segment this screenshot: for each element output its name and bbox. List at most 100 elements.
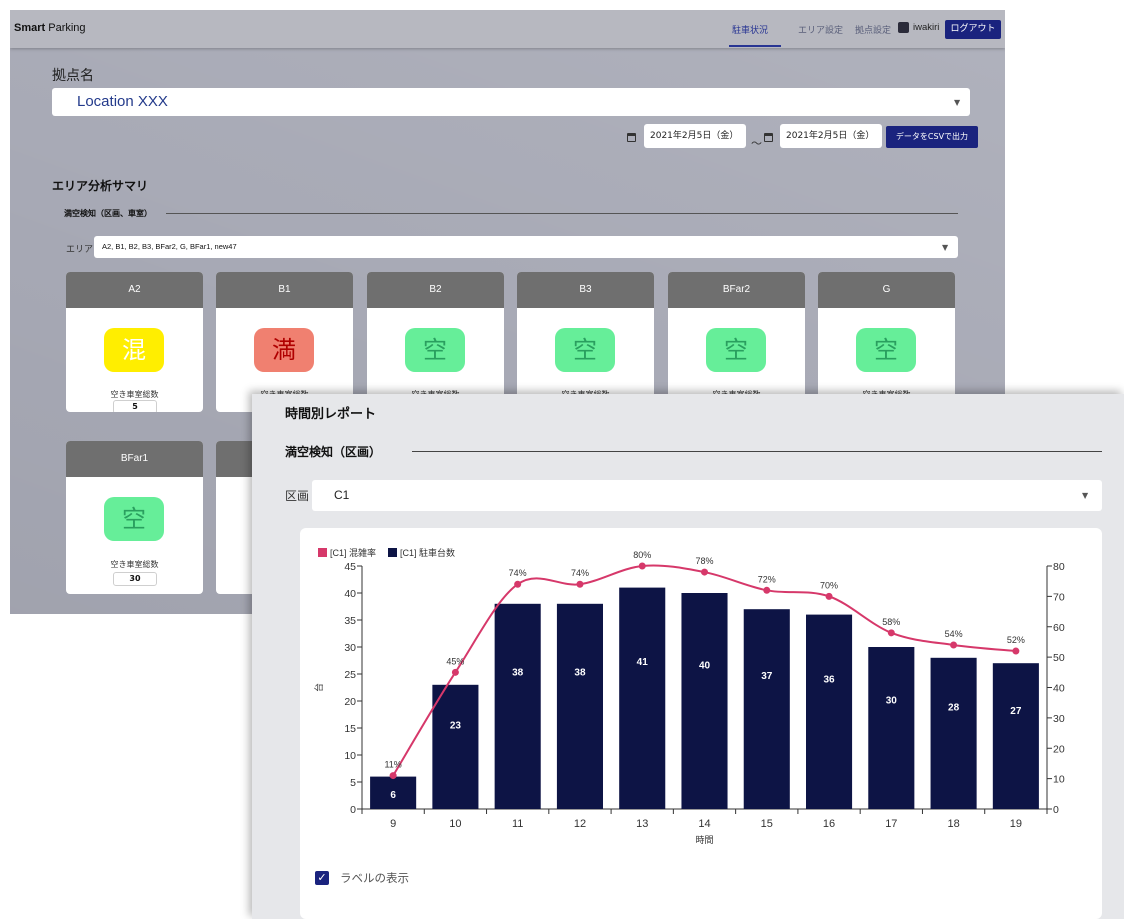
calendar-icon[interactable]: [627, 133, 636, 142]
line-point: [701, 568, 708, 576]
date-to-field[interactable]: 2021年2月5日（金）: [780, 124, 882, 148]
legend-swatch-bar: [388, 548, 397, 557]
vacancy-count-label: 空き車室総数: [110, 560, 159, 569]
line-point: [389, 772, 397, 780]
bar: [868, 647, 915, 809]
y2-tick-label: 80: [1053, 561, 1065, 573]
bar-value-label: 30: [886, 696, 898, 707]
y-tick-label: 10: [344, 750, 356, 762]
x-tick-label: 13: [636, 818, 648, 830]
bar-value-label: 23: [450, 720, 462, 731]
area-card-b3[interactable]: B3 空 空き車室総数: [517, 272, 654, 412]
status-badge: 空: [706, 328, 766, 372]
bar: [681, 593, 728, 809]
show-labels-checkbox[interactable]: ✓: [315, 871, 329, 885]
area-card-bfar2[interactable]: BFar2 空 空き車室総数: [668, 272, 805, 412]
area-card-a2[interactable]: A2 混 空き車室総数 5: [66, 272, 203, 412]
summary-title: エリア分析サマリ: [52, 179, 149, 193]
division-select[interactable]: C1 ▼: [312, 480, 1102, 511]
bar-value-label: 37: [761, 671, 773, 682]
date-from-field[interactable]: 2021年2月5日（金）: [644, 124, 746, 148]
nav-area-settings[interactable]: エリア設定: [798, 23, 843, 36]
y2-tick-label: 60: [1053, 622, 1065, 634]
date-separator: 〜: [751, 137, 762, 150]
bar-value-label: 38: [574, 668, 586, 679]
bar: [930, 657, 977, 809]
x-tick-label: 19: [1010, 818, 1022, 830]
legend-label-line: [C1] 混雑率: [330, 547, 376, 558]
line-value-label: 80%: [633, 550, 651, 560]
area-card-title: A2: [66, 272, 203, 308]
line-value-label: 45%: [446, 656, 464, 666]
y2-tick-label: 70: [1053, 591, 1065, 603]
area-card-b2[interactable]: B2 空 空き車室総数: [367, 272, 504, 412]
location-label: 拠点名: [52, 68, 94, 84]
bar-value-label: 28: [948, 703, 960, 714]
detection-subtitle: 満空検知（区画、車室）: [64, 209, 152, 218]
calendar-icon[interactable]: [764, 133, 773, 142]
bar: [992, 663, 1039, 809]
line-point: [514, 580, 522, 588]
y2-tick-label: 20: [1053, 743, 1065, 755]
bar: [743, 609, 790, 809]
y-tick-label: 35: [344, 615, 356, 627]
area-card-bfar1[interactable]: BFar1 空 空き車室総数 30: [66, 441, 203, 594]
x-tick-label: 14: [698, 818, 710, 830]
nav-parking-status[interactable]: 駐車状況: [732, 23, 768, 36]
export-csv-button[interactable]: データをCSVで出力: [886, 126, 978, 148]
bar: [806, 614, 853, 809]
line-point: [638, 562, 646, 570]
y-tick-label: 40: [344, 588, 356, 600]
nav-location-settings[interactable]: 拠点設定: [855, 23, 891, 36]
line-point: [887, 629, 895, 637]
area-card-title: B1: [216, 272, 353, 308]
nav-active-indicator: [729, 45, 781, 47]
line-point: [825, 592, 833, 600]
y-axis-label: 台: [313, 683, 324, 692]
y2-tick-label: 30: [1053, 713, 1065, 725]
hourly-report-window: 時間別レポート 満空検知（区画） 区画 C1 ▼ 0 5 10 15 20 25 30 35 4…: [252, 394, 1124, 919]
location-select[interactable]: Location XXX ▼: [52, 88, 970, 116]
line-value-label: 70%: [820, 580, 838, 590]
area-card-title: BFar2: [668, 272, 805, 308]
legend-swatch-line: [318, 548, 327, 557]
logout-button[interactable]: ログアウト: [945, 20, 1001, 39]
y2-tick-label: 10: [1053, 774, 1065, 786]
user-icon: [898, 22, 909, 33]
y-tick-label: 0: [350, 804, 356, 816]
vacancy-count: 30: [113, 572, 157, 586]
bar-value-label: 27: [1010, 706, 1022, 717]
line-value-label: 74%: [509, 568, 527, 578]
y-tick-label: 5: [350, 777, 356, 789]
status-badge: 満: [254, 328, 314, 372]
area-select[interactable]: A2, B1, B2, B3, BFar2, G, BFar1, new47: [94, 236, 958, 258]
location-value: Location XXX: [77, 93, 168, 110]
y-tick-label: 30: [344, 642, 356, 654]
bar-value-label: 6: [390, 790, 396, 801]
x-tick-label: 16: [823, 818, 835, 830]
line-point: [763, 586, 771, 594]
area-card-g[interactable]: G 空 空き車室総数: [818, 272, 955, 412]
chevron-down-icon: ▼: [942, 243, 949, 252]
x-tick-label: 9: [390, 818, 396, 830]
y-tick-label: 45: [344, 561, 356, 573]
show-labels-label: ラベルの表示: [340, 871, 409, 885]
user-name: iwakiri: [913, 22, 940, 33]
area-label: エリア: [66, 245, 94, 255]
area-card-title: G: [818, 272, 955, 308]
line-point: [950, 641, 958, 649]
bar: [432, 684, 479, 809]
line-value-label: 74%: [571, 568, 589, 578]
x-tick-label: 12: [574, 818, 586, 830]
line-value-label: 54%: [945, 629, 963, 639]
status-badge: 空: [405, 328, 465, 372]
x-tick-label: 15: [761, 818, 773, 830]
y-tick-label: 15: [344, 723, 356, 735]
app-brand: Smart Parking: [14, 22, 86, 34]
division-label: 区画: [285, 489, 310, 503]
line-value-label: 11%: [384, 760, 401, 770]
area-card-b1[interactable]: B1 満 空き車室総数: [216, 272, 353, 412]
division-value: C1: [334, 488, 350, 502]
bar-value-label: 36: [823, 675, 835, 686]
x-tick-label: 10: [449, 818, 461, 830]
